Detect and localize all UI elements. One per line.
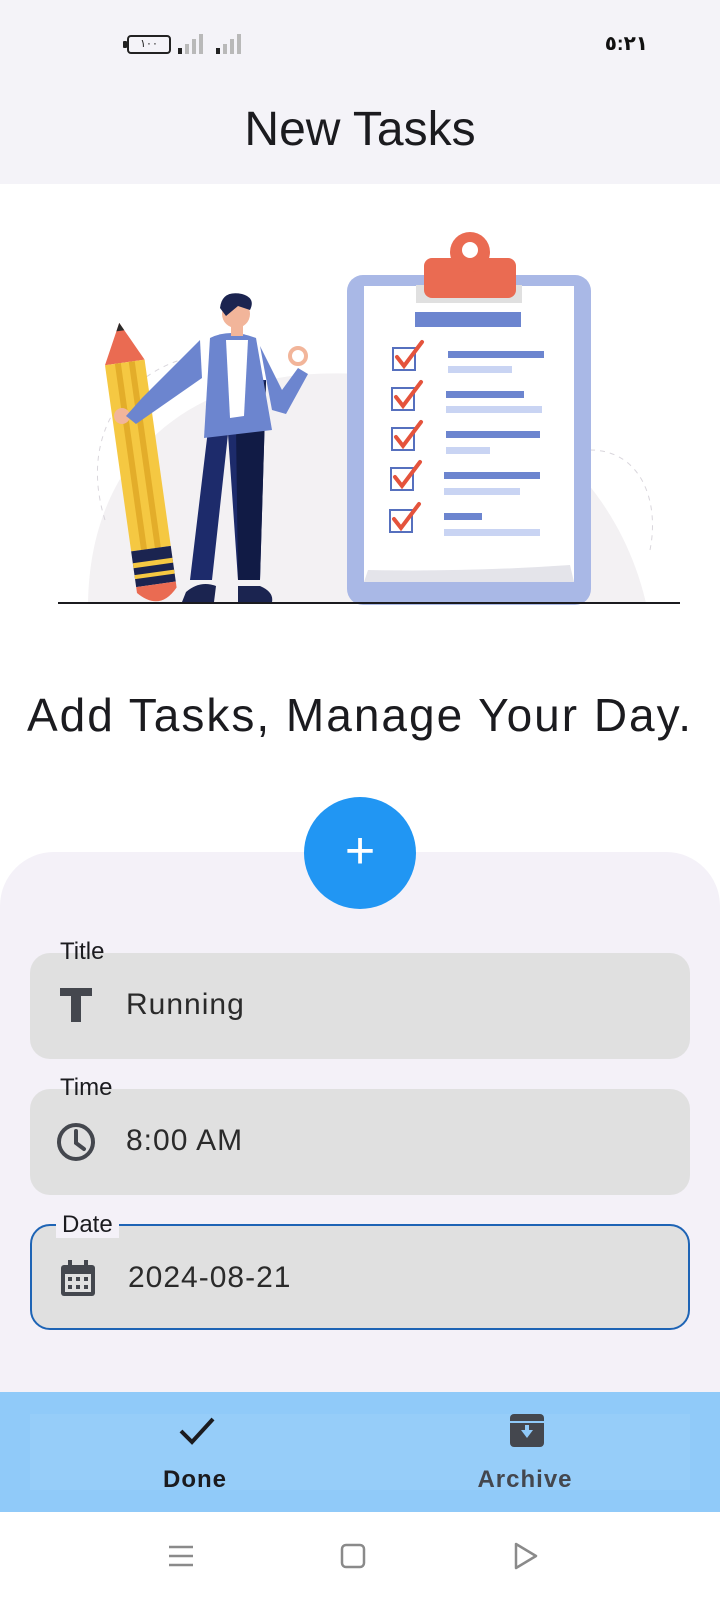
archive-icon xyxy=(510,1414,544,1447)
date-field-label: Date xyxy=(56,1212,119,1238)
date-field-value[interactable]: 2024-08-21 xyxy=(128,1261,291,1295)
nav-item-done-label: Done xyxy=(163,1466,227,1493)
check-icon xyxy=(179,1417,215,1445)
clock-icon xyxy=(57,1123,95,1161)
bottom-navigation: Done Archive xyxy=(0,1392,720,1512)
time-field[interactable]: Time 8:00 AM xyxy=(30,1075,690,1195)
time-field-label: Time xyxy=(60,1074,113,1101)
title-field-value[interactable]: Running xyxy=(126,988,245,1022)
add-task-button[interactable]: + xyxy=(304,797,416,909)
back-icon[interactable] xyxy=(509,1540,541,1572)
menu-icon[interactable] xyxy=(165,1540,197,1572)
signal-icon xyxy=(178,34,208,54)
system-navigation-bar xyxy=(0,1512,720,1600)
status-time: ٥:٢١ xyxy=(604,33,648,55)
title-field-label: Title xyxy=(60,938,105,965)
home-icon[interactable] xyxy=(337,1540,369,1572)
plus-icon: + xyxy=(344,822,376,880)
title-field[interactable]: Title Running xyxy=(30,939,690,1059)
signal-icon-2 xyxy=(216,34,246,54)
nav-item-archive[interactable]: Archive xyxy=(360,1392,690,1512)
task-illustration xyxy=(58,232,680,605)
nav-item-archive-label: Archive xyxy=(477,1466,573,1493)
battery-level: ١٠٠ xyxy=(140,38,158,50)
date-field[interactable]: Date 2024-08-21 xyxy=(30,1212,690,1330)
page-title: New Tasks xyxy=(244,103,476,156)
calendar-icon xyxy=(61,1260,95,1296)
time-field-value[interactable]: 8:00 AM xyxy=(126,1124,243,1158)
app-bar: New Tasks xyxy=(0,88,720,184)
battery-icon: ١٠٠ xyxy=(123,35,171,54)
text-format-icon xyxy=(60,988,92,1022)
nav-item-done[interactable]: Done xyxy=(30,1392,360,1512)
headline: Add Tasks, Manage Your Day. xyxy=(26,689,693,741)
status-bar: ١٠٠ ٥:٢١ xyxy=(0,0,720,88)
